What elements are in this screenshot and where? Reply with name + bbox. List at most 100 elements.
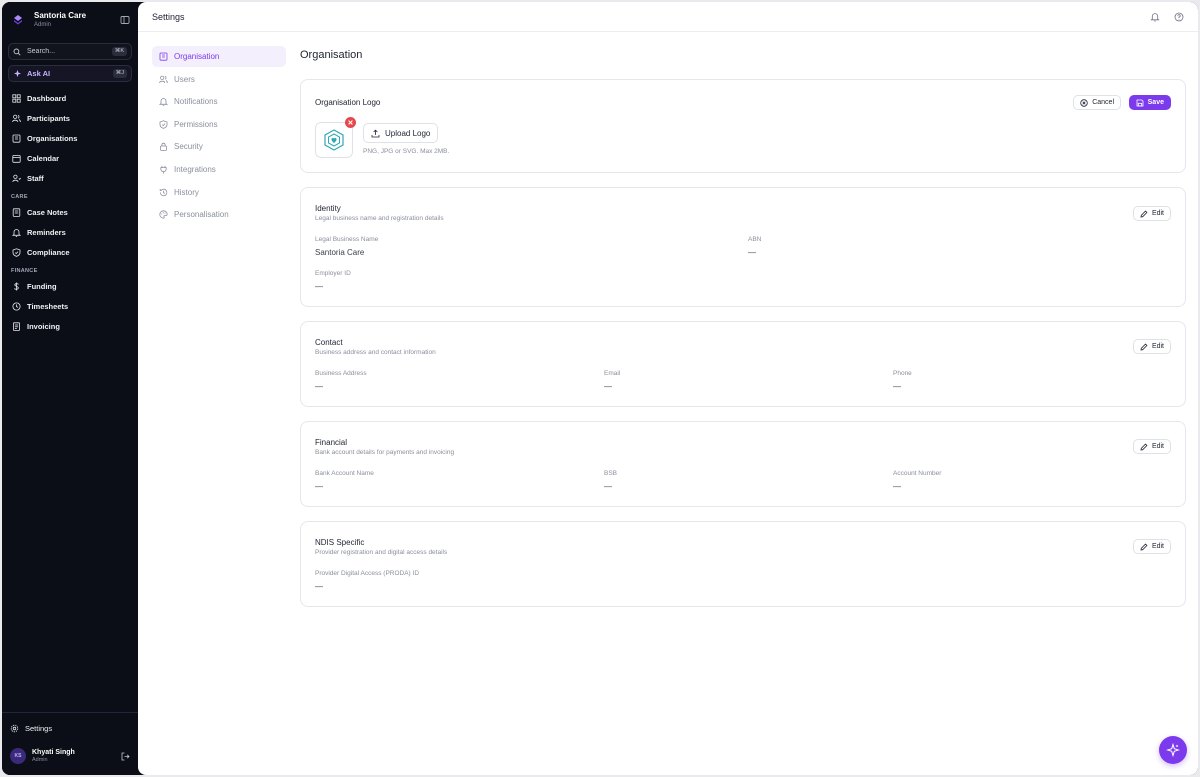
tab-label: Integrations xyxy=(174,164,216,174)
sidebar-item-staff[interactable]: Staff xyxy=(2,168,138,188)
sidebar-nav: Dashboard Participants Organisations Cal… xyxy=(2,88,138,336)
user-profile[interactable]: KS Khyati Singh Admin xyxy=(2,741,138,771)
tab-history[interactable]: History xyxy=(152,182,286,203)
organisation-logo-image xyxy=(324,129,344,151)
search-icon xyxy=(13,48,21,56)
tab-permissions[interactable]: Permissions xyxy=(152,114,286,135)
contact-card: Contact Business address and contact inf… xyxy=(300,321,1186,407)
save-button[interactable]: Save xyxy=(1128,95,1171,110)
tab-label: Notifications xyxy=(174,97,218,107)
tab-personalisation[interactable]: Personalisation xyxy=(152,204,286,225)
sidebar-item-label: Settings xyxy=(25,723,53,733)
sidebar-item-invoicing[interactable]: Invoicing xyxy=(2,316,138,336)
ndis-subtitle: Provider registration and digital access… xyxy=(315,549,448,556)
clock-icon xyxy=(12,302,21,310)
finance-section-heading: FINANCE xyxy=(11,268,38,274)
sidebar-collapse-icon[interactable] xyxy=(120,15,130,25)
sidebar-item-case-notes[interactable]: Case Notes xyxy=(2,202,138,222)
shield-check-icon xyxy=(12,247,21,257)
edit-label: Edit xyxy=(1151,443,1164,450)
field-value: — xyxy=(893,482,901,491)
sidebar-item-label: Organisations xyxy=(27,133,78,143)
field-label: ABN xyxy=(748,236,762,243)
cancel-button[interactable]: Cancel xyxy=(1073,95,1121,110)
email-field: Email — xyxy=(604,370,620,391)
shield-check-icon xyxy=(159,120,168,129)
pencil-icon xyxy=(1140,210,1148,217)
upload-logo-label: Upload Logo xyxy=(385,128,431,138)
help-icon[interactable] xyxy=(1174,12,1184,22)
field-label: Business Address xyxy=(315,370,367,377)
sidebar-item-dashboard[interactable]: Dashboard xyxy=(2,88,138,108)
logout-icon[interactable] xyxy=(121,752,130,761)
business-address-field: Business Address — xyxy=(315,370,367,391)
invoice-icon xyxy=(12,321,20,331)
sidebar-item-settings[interactable]: Settings xyxy=(2,715,138,741)
identity-edit-button[interactable]: Edit xyxy=(1132,206,1171,221)
app-window: Santoria Care Admin ⌘K Ask AI ⌘J xyxy=(2,2,1198,775)
field-label: Provider Digital Access (PRODA) ID xyxy=(315,570,420,577)
field-label: Employer ID xyxy=(315,270,351,277)
financial-subtitle: Bank account details for payments and in… xyxy=(315,449,455,456)
identity-subtitle: Legal business name and registration det… xyxy=(315,215,444,222)
sidebar-item-calendar[interactable]: Calendar xyxy=(2,148,138,168)
financial-edit-button[interactable]: Edit xyxy=(1132,439,1171,454)
edit-label: Edit xyxy=(1151,543,1164,550)
sidebar-item-label: Funding xyxy=(27,281,57,291)
field-label: Bank Account Name xyxy=(315,470,374,477)
field-label: BSB xyxy=(604,470,618,477)
search-input[interactable] xyxy=(27,48,112,55)
save-icon xyxy=(1136,99,1144,106)
sidebar-item-participants[interactable]: Participants xyxy=(2,108,138,128)
plug-icon xyxy=(160,165,167,174)
ndis-edit-button[interactable]: Edit xyxy=(1132,539,1171,554)
dollar-icon xyxy=(14,282,19,290)
legal-business-name-field: Legal Business Name Santoria Care xyxy=(315,236,378,257)
upload-logo-button[interactable]: Upload Logo xyxy=(363,123,439,143)
sidebar-item-organisations[interactable]: Organisations xyxy=(2,128,138,148)
tab-users[interactable]: Users xyxy=(152,69,286,90)
sidebar-item-label: Staff xyxy=(27,173,44,183)
identity-title: Identity xyxy=(315,204,341,213)
ask-ai-button[interactable]: Ask AI ⌘J xyxy=(8,65,132,82)
tab-integrations[interactable]: Integrations xyxy=(152,159,286,180)
ai-assistant-button[interactable] xyxy=(1159,736,1187,764)
search-box[interactable]: ⌘K xyxy=(8,43,132,60)
contact-edit-button[interactable]: Edit xyxy=(1132,339,1171,354)
bsb-field: BSB — xyxy=(604,470,617,491)
contact-subtitle: Business address and contact information xyxy=(315,349,436,356)
sidebar-item-compliance[interactable]: Compliance xyxy=(2,242,138,262)
abn-field: ABN — xyxy=(748,236,761,257)
field-value: Santoria Care xyxy=(315,248,365,257)
sparkle-icon xyxy=(13,69,22,78)
organisation-panel: Organisation Organisation Logo Cancel Sa… xyxy=(300,33,1186,607)
search-shortcut: ⌘K xyxy=(111,47,127,56)
financial-title: Financial xyxy=(315,438,348,447)
building-icon xyxy=(159,52,168,61)
field-value: — xyxy=(315,582,323,591)
tab-label: Permissions xyxy=(174,119,218,129)
tab-security[interactable]: Security xyxy=(152,136,286,157)
tab-organisation[interactable]: Organisation xyxy=(152,46,286,67)
remove-logo-button[interactable] xyxy=(345,117,356,128)
sidebar-item-label: Timesheets xyxy=(27,301,69,311)
financial-card: Financial Bank account details for payme… xyxy=(300,421,1186,507)
edit-label: Edit xyxy=(1151,343,1164,350)
users-icon xyxy=(12,114,21,122)
notification-bell-icon[interactable] xyxy=(1150,12,1160,22)
upload-icon xyxy=(371,129,380,137)
brand[interactable]: Santoria Care Admin xyxy=(2,2,138,38)
main-area: Settings Organisation Users Notification… xyxy=(138,2,1198,775)
sidebar-item-reminders[interactable]: Reminders xyxy=(2,222,138,242)
field-value: — xyxy=(748,248,756,257)
sidebar-item-label: Calendar xyxy=(27,153,60,163)
tab-notifications[interactable]: Notifications xyxy=(152,91,286,112)
field-value: — xyxy=(315,282,323,291)
sparkle-icon xyxy=(1166,743,1180,757)
identity-card: Identity Legal business name and registr… xyxy=(300,187,1186,307)
lock-icon xyxy=(160,143,167,152)
sidebar-item-funding[interactable]: Funding xyxy=(2,276,138,296)
palette-icon xyxy=(159,210,168,219)
sidebar-item-label: Compliance xyxy=(27,247,70,257)
sidebar-item-timesheets[interactable]: Timesheets xyxy=(2,296,138,316)
